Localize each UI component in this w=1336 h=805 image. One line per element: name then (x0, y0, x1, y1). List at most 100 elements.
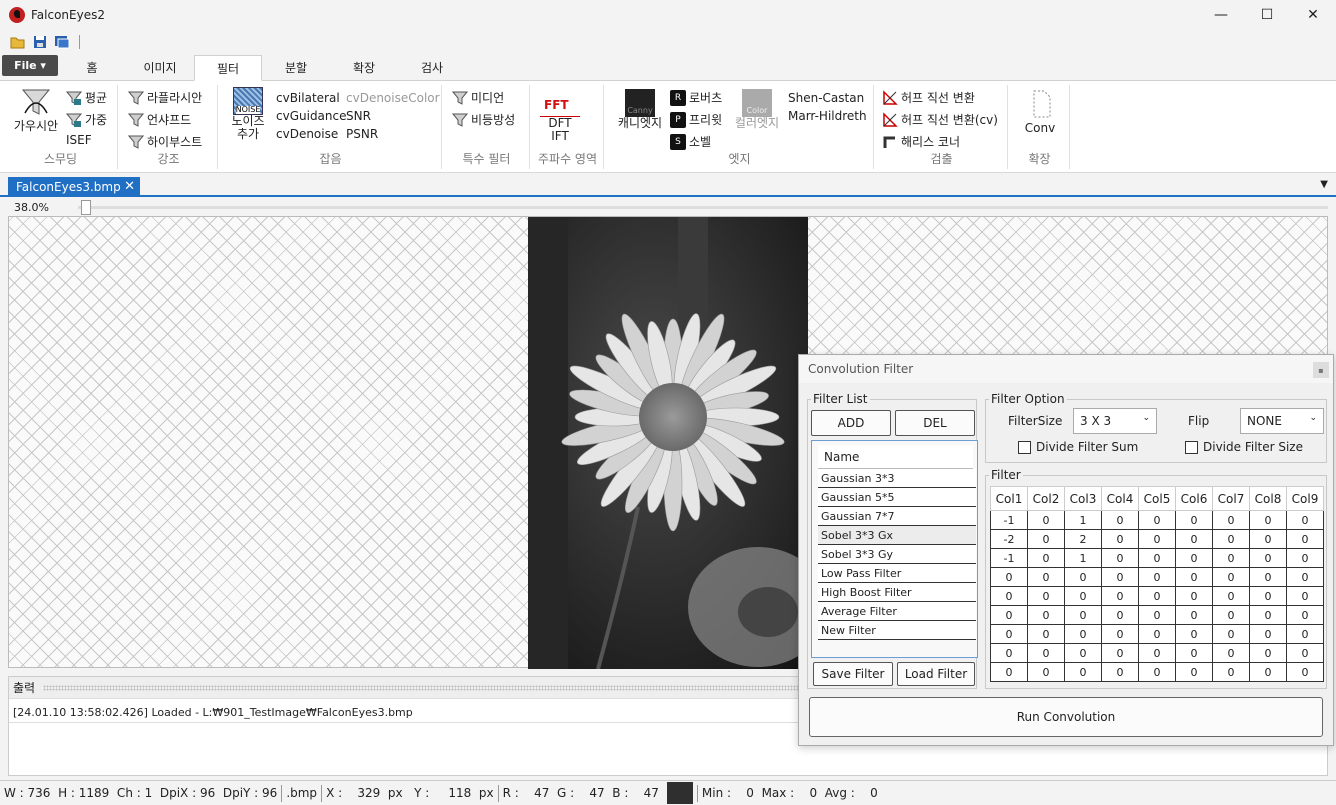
run-convolution-button[interactable]: Run Convolution (809, 697, 1323, 737)
kernel-column-header[interactable]: Col6 (1175, 486, 1213, 511)
roberts-button[interactable]: R 로버츠 (670, 89, 722, 106)
file-menu-button[interactable]: File ▾ (2, 55, 58, 76)
kernel-cell[interactable]: 0 (990, 605, 1028, 625)
laplacian-button[interactable]: 라플라시안 (128, 89, 202, 106)
average-button[interactable]: 평균 (66, 89, 107, 106)
filter-list-item[interactable]: Low Pass Filter (818, 564, 976, 583)
kernel-column-header[interactable]: Col8 (1249, 486, 1287, 511)
kernel-cell[interactable]: 0 (1138, 567, 1176, 587)
kernel-cell[interactable]: 0 (1212, 643, 1250, 663)
kernel-cell[interactable]: 0 (990, 586, 1028, 606)
kernel-cell[interactable]: 0 (990, 567, 1028, 587)
save-icon[interactable] (31, 33, 49, 51)
kernel-cell[interactable]: 0 (1212, 605, 1250, 625)
cv-bilateral-button[interactable]: cvBilateral (276, 91, 340, 105)
hough-line-cv-button[interactable]: 허프 직선 변환(cv) (882, 111, 998, 128)
kernel-cell[interactable]: 0 (1286, 567, 1324, 587)
kernel-cell[interactable]: 0 (1286, 586, 1324, 606)
kernel-cell[interactable]: 0 (1101, 605, 1139, 625)
shen-castan-button[interactable]: Shen-Castan (788, 91, 864, 105)
kernel-cell[interactable]: 0 (1175, 662, 1213, 682)
kernel-cell[interactable]: -1 (990, 510, 1028, 530)
kernel-cell[interactable]: 0 (1101, 586, 1139, 606)
filter-list-item[interactable]: Sobel 3*3 Gy (818, 545, 976, 564)
conv-button[interactable]: Conv (1020, 89, 1060, 135)
kernel-cell[interactable]: 0 (1027, 662, 1065, 682)
kernel-cell[interactable]: 0 (1101, 567, 1139, 587)
kernel-cell[interactable]: 0 (1286, 548, 1324, 568)
kernel-cell[interactable]: 0 (1101, 624, 1139, 644)
isef-button[interactable]: ISEF (66, 133, 92, 147)
kernel-cell[interactable]: 0 (1286, 605, 1324, 625)
add-filter-button[interactable]: ADD (811, 410, 891, 436)
delete-filter-button[interactable]: DEL (895, 410, 975, 436)
kernel-cell[interactable]: 0 (1138, 605, 1176, 625)
kernel-cell[interactable]: 0 (1027, 586, 1065, 606)
canny-edge-button[interactable]: Canny 캐니엣지 (614, 89, 666, 130)
kernel-cell[interactable]: 0 (1064, 643, 1102, 663)
kernel-cell[interactable]: 0 (1249, 605, 1287, 625)
gaussian-button[interactable]: 가우시안 (8, 87, 64, 133)
kernel-cell[interactable]: 2 (1064, 529, 1102, 549)
prewitt-button[interactable]: P 프리윗 (670, 111, 722, 128)
cv-denoise-color-button[interactable]: cvDenoiseColor (346, 91, 440, 105)
kernel-cell[interactable]: 0 (1175, 567, 1213, 587)
kernel-cell[interactable]: 0 (1286, 643, 1324, 663)
kernel-cell[interactable]: 0 (1249, 567, 1287, 587)
kernel-column-header[interactable]: Col7 (1212, 486, 1250, 511)
zoom-slider-track[interactable] (78, 206, 1328, 209)
kernel-cell[interactable]: 0 (1027, 643, 1065, 663)
save-filter-button[interactable]: Save Filter (813, 662, 893, 686)
kernel-cell[interactable]: 0 (1249, 624, 1287, 644)
minimize-button[interactable]: — (1198, 0, 1244, 30)
kernel-column-header[interactable]: Col4 (1101, 486, 1139, 511)
close-tab-icon[interactable]: ✕ (124, 179, 135, 194)
kernel-cell[interactable]: 0 (1212, 586, 1250, 606)
divide-filter-sum-checkbox[interactable]: Divide Filter Sum (1018, 440, 1138, 454)
kernel-cell[interactable]: 1 (1064, 510, 1102, 530)
tab-image[interactable]: 이미지 (126, 54, 194, 80)
psnr-button[interactable]: PSNR (346, 127, 378, 141)
kernel-cell[interactable]: 0 (1064, 567, 1102, 587)
kernel-column-header[interactable]: Col5 (1138, 486, 1176, 511)
kernel-cell[interactable]: 0 (1138, 624, 1176, 644)
hough-line-button[interactable]: 허프 직선 변환 (882, 89, 975, 106)
kernel-cell[interactable]: 0 (1027, 548, 1065, 568)
kernel-cell[interactable]: 0 (1175, 643, 1213, 663)
add-noise-button[interactable]: NOISE 노이즈 추가 (226, 87, 270, 141)
kernel-cell[interactable]: 0 (1249, 510, 1287, 530)
kernel-cell[interactable]: 0 (1175, 548, 1213, 568)
kernel-cell[interactable]: 0 (1027, 510, 1065, 530)
anisotropic-button[interactable]: 비등방성 (452, 111, 515, 128)
kernel-cell[interactable]: 0 (1286, 510, 1324, 530)
kernel-cell[interactable]: 0 (1175, 529, 1213, 549)
tab-home[interactable]: 홈 (58, 54, 126, 80)
tab-inspect[interactable]: 검사 (398, 54, 466, 80)
kernel-cell[interactable]: 0 (1286, 662, 1324, 682)
kernel-cell[interactable]: 0 (1101, 529, 1139, 549)
kernel-cell[interactable]: 0 (1249, 548, 1287, 568)
kernel-cell[interactable]: 0 (990, 624, 1028, 644)
kernel-cell[interactable]: 0 (1138, 529, 1176, 549)
snr-button[interactable]: SNR (346, 109, 371, 123)
kernel-cell[interactable]: 0 (1027, 567, 1065, 587)
kernel-cell[interactable]: 0 (1212, 529, 1250, 549)
kernel-cell[interactable]: 0 (1064, 662, 1102, 682)
filter-list-item[interactable]: Average Filter (818, 602, 976, 621)
kernel-cell[interactable]: 0 (1212, 624, 1250, 644)
kernel-cell[interactable]: 0 (1212, 662, 1250, 682)
weighted-button[interactable]: 가중 (66, 111, 107, 128)
kernel-cell[interactable]: 0 (1101, 662, 1139, 682)
kernel-column-header[interactable]: Col2 (1027, 486, 1065, 511)
filter-list-item[interactable]: New Filter (818, 621, 976, 640)
marr-hildreth-button[interactable]: Marr-Hildreth (788, 109, 867, 123)
kernel-cell[interactable]: 0 (1175, 605, 1213, 625)
kernel-column-header[interactable]: Col3 (1064, 486, 1102, 511)
kernel-cell[interactable]: 0 (1212, 548, 1250, 568)
filter-list-item[interactable]: Gaussian 7*7 (818, 507, 976, 526)
kernel-cell[interactable]: 0 (1138, 643, 1176, 663)
kernel-cell[interactable]: 0 (1249, 586, 1287, 606)
kernel-cell[interactable]: 0 (990, 662, 1028, 682)
kernel-cell[interactable]: 0 (1138, 548, 1176, 568)
open-folder-icon[interactable] (9, 33, 27, 51)
